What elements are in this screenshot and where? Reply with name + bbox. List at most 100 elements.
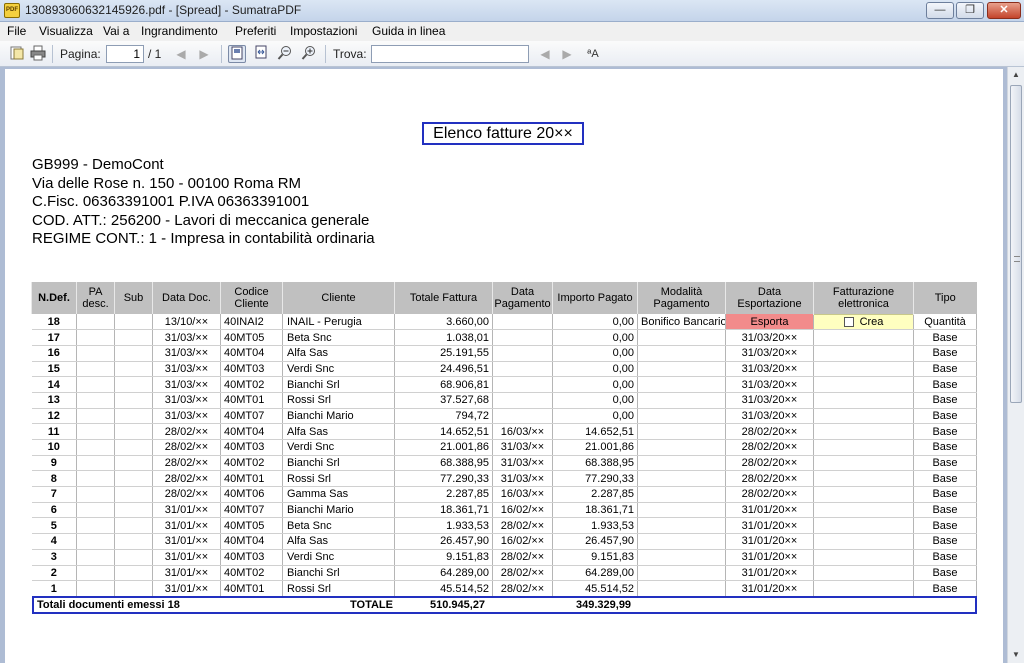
cell-text: 31/01/20××: [741, 519, 798, 532]
cell-text: 18: [47, 315, 60, 328]
menu-ingrandimento[interactable]: Ingrandimento: [141, 24, 218, 38]
menu-impostazioni[interactable]: Impostazioni: [290, 24, 357, 38]
menu-visualizza[interactable]: Visualizza: [39, 24, 93, 38]
sumatra-app-icon[interactable]: PDF: [4, 3, 20, 18]
find-input[interactable]: [371, 45, 529, 63]
next-page-icon[interactable]: ▶: [195, 45, 213, 63]
table-cell: 28/02/20××: [725, 439, 814, 456]
table-cell: [637, 549, 726, 566]
cell-text: 1: [50, 582, 57, 595]
column-header: Data Pagamento: [492, 282, 553, 314]
table-cell: [76, 455, 115, 472]
table-cell: Beta Snc: [282, 517, 395, 535]
company-line: COD. ATT.: 256200 - Lavori di meccanica …: [32, 211, 370, 229]
table-cell: 31/03/20××: [725, 329, 814, 346]
cell-text: Bianchi Srl: [287, 378, 340, 391]
cell-text: Base: [932, 566, 958, 579]
table-cell: 37.527,68: [394, 392, 493, 409]
cell-text: 31/03/××: [500, 441, 545, 454]
zoom-in-icon[interactable]: [300, 45, 318, 63]
crea-button[interactable]: Crea: [813, 313, 914, 331]
table-cell: 1.038,01: [394, 329, 493, 346]
table-cell: 0,00: [552, 345, 638, 362]
fattura-checkbox[interactable]: [843, 316, 854, 327]
table-cell: 31/01/××: [152, 565, 221, 582]
cell-text: 68.906,81: [440, 378, 489, 391]
table-cell: 77.290,33: [394, 470, 493, 488]
scroll-down-icon[interactable]: ▼: [1008, 647, 1024, 663]
table-cell: [492, 376, 553, 393]
find-label: Trova:: [333, 47, 367, 61]
table-cell: 40MT07: [220, 408, 283, 425]
importo-pagato-total: 349.329,99: [576, 599, 632, 611]
cell-text: 21.001,86: [440, 441, 489, 454]
cell-text: 16/02/××: [500, 504, 545, 517]
cell-text: 31/03/20××: [741, 378, 798, 391]
table-cell: 12: [31, 408, 77, 425]
table-cell: 28/02/××: [152, 455, 221, 472]
table-cell: [114, 392, 153, 409]
table-cell: [492, 314, 553, 331]
cell-text: 45.514,52: [585, 582, 634, 595]
scrollbar-thumb[interactable]: [1010, 85, 1022, 403]
zoom-out-icon[interactable]: [276, 45, 294, 63]
cell-text: 40MT02: [224, 457, 265, 470]
cell-text: 31/03/20××: [741, 409, 798, 422]
previous-page-icon[interactable]: ◀: [172, 45, 190, 63]
table-cell: 3: [31, 549, 77, 566]
cell-text: 2.287,85: [591, 488, 634, 501]
invoice-table: N.Def. PA desc. Sub Data Doc. Codice Cliente…: [31, 282, 977, 597]
fit-page-icon[interactable]: [228, 45, 246, 63]
table-body: 18 13/10/×× 40INAI2 INAIL - Perugia 3.660,00…: [31, 313, 977, 597]
find-previous-icon[interactable]: ◀: [536, 45, 554, 63]
table-cell: Bianchi Mario: [282, 408, 395, 425]
cell-text: 40MT07: [224, 504, 265, 517]
table-cell: [76, 361, 115, 378]
print-icon[interactable]: [29, 45, 47, 63]
menu-guida-in-linea[interactable]: Guida in linea: [372, 24, 445, 38]
cell-text: Bonifico Bancario: [641, 315, 726, 328]
table-cell: 1: [31, 580, 77, 597]
table-cell: 3.660,00: [394, 314, 493, 331]
table-cell: 40MT03: [220, 361, 283, 378]
match-case-icon[interactable]: ªA: [584, 45, 602, 63]
cell-text: 31/03/××: [164, 331, 209, 344]
cell-text: 37.527,68: [440, 394, 489, 407]
find-next-icon[interactable]: ▶: [558, 45, 576, 63]
table-cell: 21.001,86: [552, 439, 638, 456]
vertical-scrollbar[interactable]: ▲ ▼: [1007, 67, 1024, 663]
table-cell: 1.933,53: [552, 517, 638, 535]
open-icon[interactable]: [8, 45, 26, 63]
cell-text: 0,00: [612, 315, 634, 328]
esporta-button[interactable]: Esporta: [725, 314, 814, 331]
maximize-button[interactable]: ❐: [956, 2, 984, 19]
table-cell: [114, 345, 153, 362]
scroll-up-icon[interactable]: ▲: [1008, 67, 1024, 83]
table-cell: [76, 486, 115, 503]
table-cell: 28/02/××: [152, 470, 221, 488]
table-cell: [114, 533, 153, 550]
cell-text: Quantità: [924, 315, 966, 328]
minimize-button[interactable]: —: [926, 2, 954, 19]
table-cell: 17: [31, 329, 77, 346]
cell-text: 14.652,51: [440, 425, 489, 438]
table-cell: [76, 408, 115, 425]
cell-text: 9: [50, 457, 57, 470]
cell-text: 0,00: [612, 409, 634, 422]
menu-file[interactable]: File: [7, 24, 26, 38]
cell-text: 3: [50, 551, 57, 564]
table-row: 15 31/03/×× 40MT03 Verdi Snc 24.496,51 0,00 31…: [31, 361, 977, 378]
table-cell: [637, 486, 726, 503]
cell-text: 31/03/20××: [741, 331, 798, 344]
menu-vai-a[interactable]: Vai a: [103, 24, 129, 38]
fit-width-icon[interactable]: [252, 45, 270, 63]
table-cell: [637, 470, 726, 488]
table-cell: 0,00: [552, 314, 638, 331]
table-cell: 794,72: [394, 408, 493, 425]
menu-preferiti[interactable]: Preferiti: [235, 24, 276, 38]
cell-text: Rossi Srl: [287, 472, 332, 485]
page-number-input[interactable]: 1: [106, 45, 144, 63]
close-button[interactable]: ✕: [987, 2, 1021, 19]
table-cell: [114, 361, 153, 378]
table-cell: 2.287,85: [552, 486, 638, 503]
